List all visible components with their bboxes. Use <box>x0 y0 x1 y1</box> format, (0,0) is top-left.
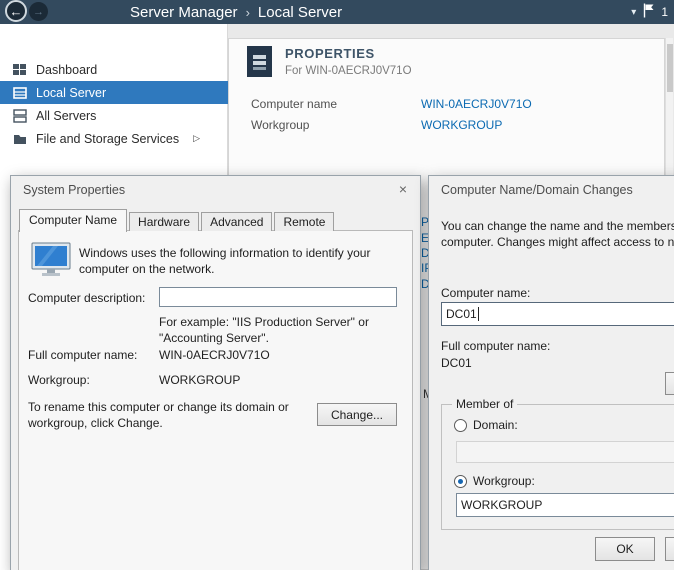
full-computer-name-value: DC01 <box>441 356 472 370</box>
workgroup-link[interactable]: WORKGROUP <box>421 118 502 132</box>
expander-arrow-icon[interactable]: ▷ <box>193 133 200 144</box>
system-properties-dialog: System Properties × Computer Name Hardwa… <box>10 175 421 570</box>
servers-icon <box>13 109 27 123</box>
rename-instruction-text: To rename this computer or change its do… <box>28 400 316 431</box>
app-header: ← → Server Manager › Local Server ▾ 1 <box>0 0 674 24</box>
notifications-flag-icon[interactable] <box>643 3 654 21</box>
breadcrumb-separator-icon: › <box>246 5 250 20</box>
panel-title: PROPERTIES <box>285 46 375 61</box>
panel-subtitle: For WIN-0AECRJ0V71O <box>285 65 412 77</box>
dashboard-icon <box>13 63 27 77</box>
workgroup-label: Workgroup: <box>28 373 90 387</box>
domain-radio[interactable] <box>454 419 467 432</box>
storage-icon <box>13 132 27 146</box>
computer-name-label: Computer name: <box>441 286 530 300</box>
computer-name-link[interactable]: WIN-0AECRJ0V71O <box>421 97 532 111</box>
sidebar-item-label: All Servers <box>36 109 96 123</box>
notification-count: 1 <box>661 5 668 19</box>
workgroup-input[interactable]: WORKGROUP <box>456 493 674 517</box>
computer-name-value: DC01 <box>446 307 477 321</box>
full-computer-name-value: WIN-0AECRJ0V71O <box>159 348 270 362</box>
workgroup-label: Workgroup <box>251 118 309 132</box>
sidebar-item-all-servers[interactable]: All Servers <box>0 104 228 127</box>
server-manager-window: ← → Server Manager › Local Server ▾ 1 Da… <box>0 0 674 570</box>
full-computer-name-label: Full computer name: <box>441 339 550 353</box>
close-icon[interactable]: × <box>394 180 412 198</box>
change-button[interactable]: Change... <box>317 403 397 426</box>
sidebar-item-label: Dashboard <box>36 63 97 77</box>
app-title: Server Manager <box>130 4 238 21</box>
sidebar-item-local-server[interactable]: Local Server <box>0 81 228 104</box>
chevron-down-icon[interactable]: ▾ <box>631 7 636 18</box>
tab-strip: Computer Name Hardware Advanced Remote <box>19 208 336 231</box>
sidebar-item-dashboard[interactable]: Dashboard <box>0 58 228 81</box>
identify-info-text: Windows uses the following information t… <box>79 246 401 277</box>
ok-button[interactable]: OK <box>595 537 655 561</box>
domain-input[interactable] <box>456 441 674 463</box>
computer-name-input[interactable]: DC01 <box>441 302 674 326</box>
workgroup-radio-label: Workgroup: <box>473 474 535 488</box>
forward-arrow-icon: → <box>33 6 44 18</box>
member-of-group: Member of Domain: Workgroup: WORKGROUP <box>441 404 674 530</box>
tab-hardware[interactable]: Hardware <box>129 212 199 231</box>
workgroup-value: WORKGROUP <box>159 373 240 387</box>
properties-tile-icon <box>247 46 272 77</box>
server-icon <box>13 86 27 100</box>
scrollbar-thumb[interactable] <box>667 44 673 92</box>
more-button[interactable] <box>665 372 674 395</box>
workgroup-radio[interactable] <box>454 475 467 488</box>
dialog-title: System Properties <box>23 183 125 197</box>
example-text: For example: "IIS Production Server" or … <box>159 315 403 346</box>
sidebar-item-file-storage-services[interactable]: File and Storage Services ▷ <box>0 127 228 150</box>
header-actions: ▾ 1 <box>631 0 668 24</box>
dialog-title: Computer Name/Domain Changes <box>441 183 633 197</box>
monitor-icon <box>31 242 71 281</box>
cancel-button[interactable] <box>665 537 674 561</box>
breadcrumb: Server Manager › Local Server <box>130 0 342 24</box>
sidebar-item-label: Local Server <box>36 86 106 100</box>
full-computer-name-label: Full computer name: <box>28 348 137 362</box>
tab-advanced[interactable]: Advanced <box>201 212 272 231</box>
member-of-label: Member of <box>452 397 517 411</box>
computer-description-label: Computer description: <box>28 291 145 305</box>
breadcrumb-current: Local Server <box>258 4 342 21</box>
intro-text-line2: computer. Changes might affect access to… <box>441 235 674 251</box>
text-caret <box>478 307 479 321</box>
computer-name-label: Computer name <box>251 97 337 111</box>
back-button[interactable]: ← <box>5 0 27 22</box>
tab-remote[interactable]: Remote <box>274 212 334 231</box>
domain-radio-label: Domain: <box>473 418 518 432</box>
workgroup-value: WORKGROUP <box>461 498 542 512</box>
forward-button[interactable]: → <box>29 2 48 21</box>
intro-text-line1: You can change the name and the membersh… <box>441 219 674 235</box>
back-arrow-icon: ← <box>10 5 23 18</box>
name-change-dialog: Computer Name/Domain Changes You can cha… <box>428 175 674 570</box>
tab-computer-name[interactable]: Computer Name <box>19 209 127 232</box>
computer-description-input[interactable] <box>159 287 397 307</box>
sidebar-item-label: File and Storage Services <box>36 132 179 146</box>
